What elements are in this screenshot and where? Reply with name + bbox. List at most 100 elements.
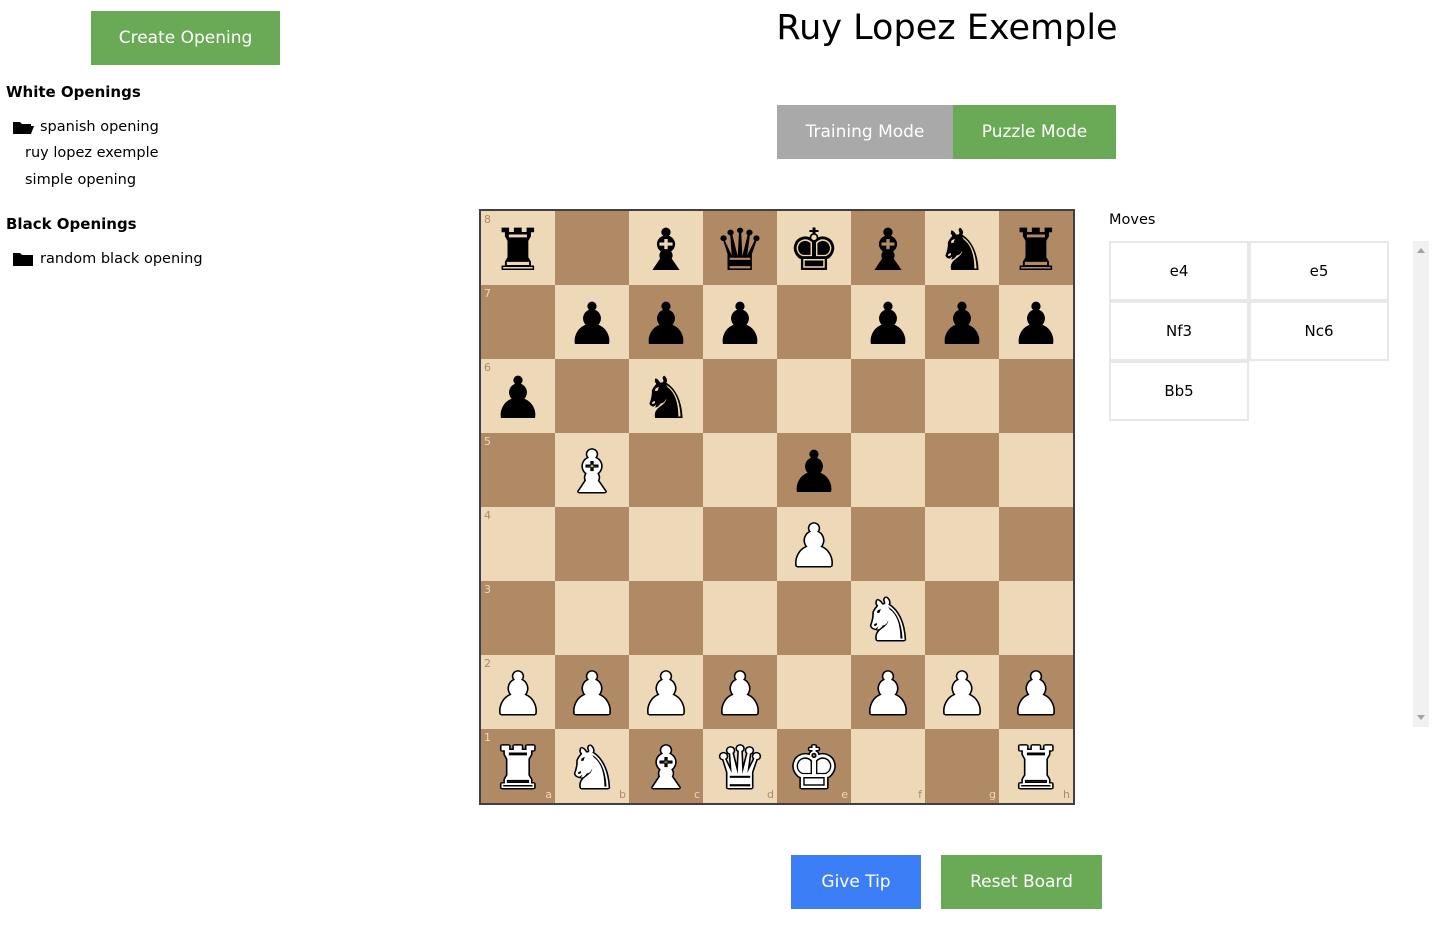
square-h3[interactable] [999, 581, 1073, 655]
white-queen-icon[interactable]: ♛ [714, 739, 766, 797]
scroll-down-arrow-icon[interactable] [1417, 715, 1425, 720]
reset-board-button[interactable]: Reset Board [941, 855, 1102, 909]
square-h2[interactable]: ♟ [999, 655, 1073, 729]
square-g3[interactable] [925, 581, 999, 655]
folder-spanish-opening[interactable]: spanish opening [12, 119, 159, 135]
create-opening-button[interactable]: Create Opening [91, 11, 280, 65]
square-g8[interactable]: ♞ [925, 211, 999, 285]
white-bishop-icon[interactable]: ♝ [640, 739, 692, 797]
give-tip-button[interactable]: Give Tip [791, 855, 921, 909]
square-f4[interactable] [851, 507, 925, 581]
black-rook-icon[interactable]: ♜ [1010, 221, 1062, 279]
square-e7[interactable] [777, 285, 851, 359]
black-pawn-icon[interactable]: ♟ [640, 295, 692, 353]
square-c6[interactable]: ♞ [629, 359, 703, 433]
square-f1[interactable]: f [851, 729, 925, 803]
square-a7[interactable]: 7 [481, 285, 555, 359]
black-pawn-icon[interactable]: ♟ [566, 295, 618, 353]
square-a6[interactable]: 6 ♟ [481, 359, 555, 433]
move-cell[interactable]: e4 [1109, 241, 1249, 301]
white-pawn-icon[interactable]: ♟ [862, 665, 914, 723]
square-g5[interactable] [925, 433, 999, 507]
square-b3[interactable] [555, 581, 629, 655]
square-f6[interactable] [851, 359, 925, 433]
square-e8[interactable]: ♚ [777, 211, 851, 285]
square-b7[interactable]: ♟ [555, 285, 629, 359]
square-b2[interactable]: ♟ [555, 655, 629, 729]
black-king-icon[interactable]: ♚ [788, 221, 840, 279]
square-g2[interactable]: ♟ [925, 655, 999, 729]
square-c5[interactable] [629, 433, 703, 507]
square-h6[interactable] [999, 359, 1073, 433]
square-e1[interactable]: e ♚ [777, 729, 851, 803]
black-pawn-icon[interactable]: ♟ [862, 295, 914, 353]
move-cell[interactable]: Nf3 [1109, 301, 1249, 361]
white-pawn-icon[interactable]: ♟ [640, 665, 692, 723]
square-a5[interactable]: 5 [481, 433, 555, 507]
moves-scrollbar[interactable] [1413, 241, 1429, 727]
square-e4[interactable]: ♟ [777, 507, 851, 581]
training-mode-button[interactable]: Training Mode [777, 105, 953, 159]
square-b5[interactable]: ♝ [555, 433, 629, 507]
square-d2[interactable]: ♟ [703, 655, 777, 729]
square-a4[interactable]: 4 [481, 507, 555, 581]
square-a1[interactable]: 1 a ♜ [481, 729, 555, 803]
square-b4[interactable] [555, 507, 629, 581]
black-pawn-icon[interactable]: ♟ [1010, 295, 1062, 353]
white-rook-icon[interactable]: ♜ [492, 739, 544, 797]
square-d1[interactable]: d ♛ [703, 729, 777, 803]
square-d4[interactable] [703, 507, 777, 581]
square-f2[interactable]: ♟ [851, 655, 925, 729]
square-c1[interactable]: c ♝ [629, 729, 703, 803]
square-a3[interactable]: 3 [481, 581, 555, 655]
move-cell[interactable]: Nc6 [1249, 301, 1389, 361]
square-a8[interactable]: 8 ♜ [481, 211, 555, 285]
black-pawn-icon[interactable]: ♟ [788, 443, 840, 501]
square-f3[interactable]: ♞ [851, 581, 925, 655]
white-king-icon[interactable]: ♚ [788, 739, 840, 797]
white-pawn-icon[interactable]: ♟ [714, 665, 766, 723]
white-rook-icon[interactable]: ♜ [1010, 739, 1062, 797]
square-g4[interactable] [925, 507, 999, 581]
square-c7[interactable]: ♟ [629, 285, 703, 359]
square-d7[interactable]: ♟ [703, 285, 777, 359]
black-knight-icon[interactable]: ♞ [640, 369, 692, 427]
square-g7[interactable]: ♟ [925, 285, 999, 359]
chessboard[interactable]: 8 ♜ ♝ ♛ ♚ ♝ ♞ ♜ 7 ♟ ♟ ♟ ♟ ♟ ♟ 6 ♟ ♞ 5 ♝ ♟ 4 ♟ 3 ♞ 2 ♟ ♟ ♟ ♟ ♟ ♟ ♟ 1 a ♜ b ♞ c ♝… [479, 209, 1075, 805]
square-a2[interactable]: 2 ♟ [481, 655, 555, 729]
square-h4[interactable] [999, 507, 1073, 581]
square-e3[interactable] [777, 581, 851, 655]
opening-item-ruy-lopez[interactable]: ruy lopez exemple [25, 145, 159, 161]
square-b8[interactable] [555, 211, 629, 285]
scroll-up-arrow-icon[interactable] [1417, 248, 1425, 253]
white-pawn-icon[interactable]: ♟ [492, 665, 544, 723]
square-d8[interactable]: ♛ [703, 211, 777, 285]
square-h8[interactable]: ♜ [999, 211, 1073, 285]
square-e5[interactable]: ♟ [777, 433, 851, 507]
square-h5[interactable] [999, 433, 1073, 507]
square-f7[interactable]: ♟ [851, 285, 925, 359]
square-d6[interactable] [703, 359, 777, 433]
black-knight-icon[interactable]: ♞ [936, 221, 988, 279]
square-d5[interactable] [703, 433, 777, 507]
square-e6[interactable] [777, 359, 851, 433]
square-g1[interactable]: g [925, 729, 999, 803]
black-pawn-icon[interactable]: ♟ [936, 295, 988, 353]
white-pawn-icon[interactable]: ♟ [566, 665, 618, 723]
square-f5[interactable] [851, 433, 925, 507]
puzzle-mode-button[interactable]: Puzzle Mode [953, 105, 1116, 159]
white-knight-icon[interactable]: ♞ [862, 591, 914, 649]
folder-random-black-opening[interactable]: random black opening [12, 251, 203, 267]
black-bishop-icon[interactable]: ♝ [862, 221, 914, 279]
square-c4[interactable] [629, 507, 703, 581]
square-f8[interactable]: ♝ [851, 211, 925, 285]
square-c2[interactable]: ♟ [629, 655, 703, 729]
black-queen-icon[interactable]: ♛ [714, 221, 766, 279]
move-cell[interactable]: e5 [1249, 241, 1389, 301]
square-h1[interactable]: h ♜ [999, 729, 1073, 803]
white-bishop-icon[interactable]: ♝ [566, 443, 618, 501]
white-pawn-icon[interactable]: ♟ [788, 517, 840, 575]
move-cell[interactable]: Bb5 [1109, 361, 1249, 421]
square-d3[interactable] [703, 581, 777, 655]
white-pawn-icon[interactable]: ♟ [936, 665, 988, 723]
